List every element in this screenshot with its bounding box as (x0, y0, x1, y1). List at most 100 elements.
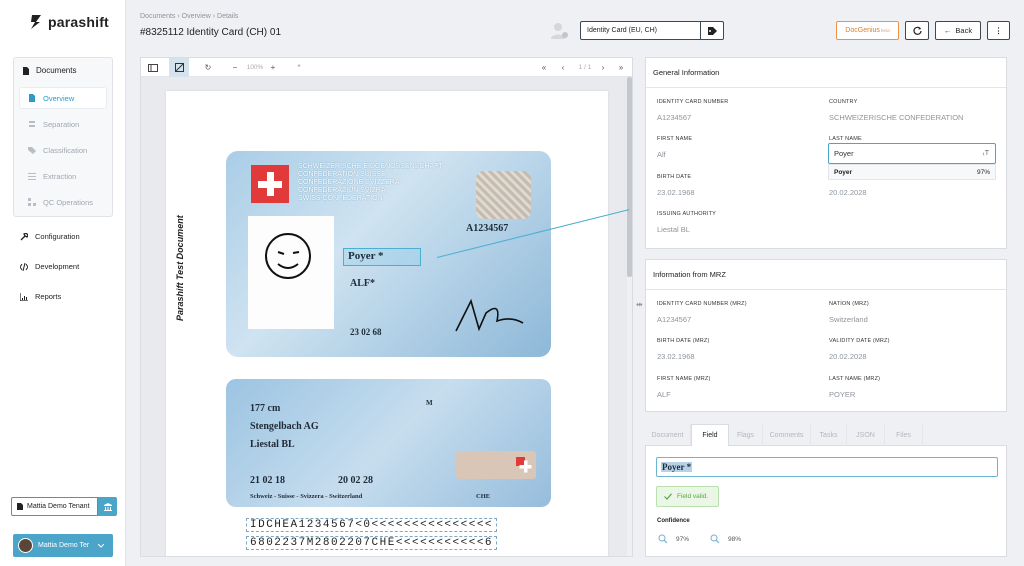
document-canvas[interactable]: Parashift Test Document SCHWEIZERISCHE E… (141, 77, 632, 556)
assignee-icon[interactable] (550, 22, 570, 42)
last-name-input[interactable]: Poyer ₜT (828, 143, 996, 164)
building-icon (103, 502, 112, 511)
docgenius-button[interactable]: DocGenius beta (836, 21, 899, 40)
document-type-field[interactable]: Identity Card (EU, CH) (581, 22, 700, 39)
sidebar-item-label: Documents (36, 66, 77, 75)
separation-icon (29, 121, 35, 127)
back-label: Back (955, 26, 973, 35)
tab-tasks[interactable]: Tasks (811, 424, 847, 446)
field-value[interactable]: SCHWEIZERISCHE CONFEDERATION (829, 113, 963, 122)
breadcrumb[interactable]: Documents › Overview › Details (140, 13, 238, 20)
tab-field[interactable]: Field (691, 424, 729, 446)
zoom-out-button[interactable]: − (229, 58, 241, 77)
sidebar-item-reports[interactable]: Reports (20, 292, 61, 301)
sidebar-item-label: QC Operations (43, 197, 94, 207)
annotation-icon (174, 63, 184, 72)
hologram (476, 171, 531, 219)
swiss-flag-icon (251, 165, 289, 203)
prev-page-button[interactable]: ‹ (557, 58, 569, 77)
more-options-button[interactable]: ⋮ (987, 21, 1010, 40)
suggestion-item[interactable]: Poyer 97% (828, 164, 996, 180)
tab-document[interactable]: Document (645, 424, 691, 446)
tenant-building-button[interactable] (98, 497, 117, 516)
field-label: LAST NAME (829, 136, 862, 142)
zoom-search-icon[interactable] (710, 534, 720, 544)
chevron-right-icon: › (601, 63, 605, 72)
sidebar-item-extraction[interactable]: Extraction (20, 166, 106, 186)
chevron-down-icon (98, 543, 105, 548)
document-type-tag-button[interactable] (700, 22, 723, 39)
panel-resize-handle[interactable]: ⇹ (636, 300, 643, 309)
rotate-button[interactable]: ↻ (199, 58, 217, 77)
field-value[interactable]: POYER (829, 390, 855, 399)
field-label: FIRST NAME (657, 136, 693, 142)
next-page-button[interactable]: › (597, 58, 609, 77)
sidebar-toggle-button[interactable] (144, 58, 162, 77)
document-viewer: ↻ − 100% + * « ‹ 1 / 1 › » Parashift Tes… (140, 57, 633, 557)
divider (646, 87, 1006, 88)
sidebar-item-development[interactable]: Development (20, 262, 79, 271)
tenant-name: Mattia Demo Tenant (27, 503, 90, 510)
field-label: VALIDITY DATE (MRZ) (829, 338, 890, 344)
tenant-button[interactable]: Mattia Demo Tenant (11, 497, 98, 516)
sidebar-item-overview[interactable]: Overview (20, 88, 106, 108)
qc-icon (28, 198, 36, 206)
refresh-button[interactable] (905, 21, 929, 40)
asterisk-button[interactable]: * (293, 58, 305, 77)
field-value[interactable]: 23.02.1968 (657, 188, 695, 197)
tab-flags[interactable]: Flags (729, 424, 763, 446)
confidence-value: 97% (676, 535, 690, 543)
zoom-in-button[interactable]: + (267, 58, 279, 77)
panel-icon (148, 63, 158, 72)
first-page-button[interactable]: « (537, 58, 551, 77)
back-button[interactable]: ← Back (935, 21, 981, 40)
field-value[interactable]: A1234567 (657, 113, 691, 122)
tab-json[interactable]: JSON (847, 424, 885, 446)
field-detail-panel: Poyer * Field valid. Confidence 97% 98% (645, 446, 1007, 557)
field-label: IDENTITY CARD NUMBER (MRZ) (657, 301, 747, 307)
field-value[interactable]: ALF (657, 390, 671, 399)
tab-files[interactable]: Files (885, 424, 923, 446)
sidebar-item-configuration[interactable]: Configuration (20, 232, 80, 241)
field-value[interactable]: 20.02.2028 (829, 188, 867, 197)
sidebar-item-label: Configuration (35, 232, 80, 241)
logo[interactable]: parashift (30, 14, 109, 30)
watermark-text: Parashift Test Document (175, 215, 185, 321)
field-value[interactable]: Liestal BL (657, 225, 690, 234)
field-value[interactable]: 20.02.2028 (829, 352, 867, 361)
viewer-scrollbar-thumb[interactable] (627, 77, 632, 277)
chevron-left-icon: ‹ (561, 63, 565, 72)
sidebar-item-documents[interactable]: Documents (22, 66, 76, 75)
viewer-toolbar: ↻ − 100% + * « ‹ 1 / 1 › » (141, 58, 632, 77)
field-value[interactable]: Switzerland (829, 315, 868, 324)
more-vertical-icon: ⋮ (994, 26, 1003, 35)
panel-title: General Information (653, 68, 720, 77)
zoom-search-icon[interactable] (658, 534, 668, 544)
annotation-toggle-button[interactable] (169, 58, 189, 77)
arrow-left-icon: ← (943, 26, 952, 35)
viewer-scrollbar[interactable] (627, 77, 632, 556)
field-label: BIRTH DATE (657, 174, 692, 180)
user-menu-button[interactable]: Mattia Demo Ter (13, 534, 113, 557)
page-indicator: 1 / 1 (578, 64, 592, 71)
double-chevron-left-icon: « (541, 63, 547, 72)
code-icon (20, 262, 28, 271)
tab-comments[interactable]: Comments (763, 424, 811, 446)
validation-badge: Field valid. (656, 486, 719, 507)
text-format-icon[interactable]: ₜT (983, 149, 989, 157)
last-page-button[interactable]: » (614, 58, 628, 77)
card-issue-date: 21 02 18 (250, 475, 285, 486)
field-value[interactable]: A1234567 (657, 315, 691, 324)
card-countries: Schweiz - Suisse - Svizzera - Switzerlan… (250, 493, 363, 500)
sidebar-item-separation[interactable]: Separation (20, 114, 106, 134)
field-value[interactable]: Alf (657, 150, 666, 159)
sidebar-item-classification[interactable]: Classification (20, 140, 106, 160)
card-height: 177 cm (250, 403, 281, 414)
confidence-item: 98% (710, 534, 741, 544)
sidebar-item-label: Reports (35, 292, 62, 301)
field-value[interactable]: 23.02.1968 (657, 352, 695, 361)
sidebar-item-label: Separation (43, 119, 80, 129)
sidebar-item-qc-operations[interactable]: QC Operations (20, 192, 106, 212)
list-icon (28, 173, 36, 180)
field-value-input[interactable]: Poyer * (656, 457, 998, 477)
